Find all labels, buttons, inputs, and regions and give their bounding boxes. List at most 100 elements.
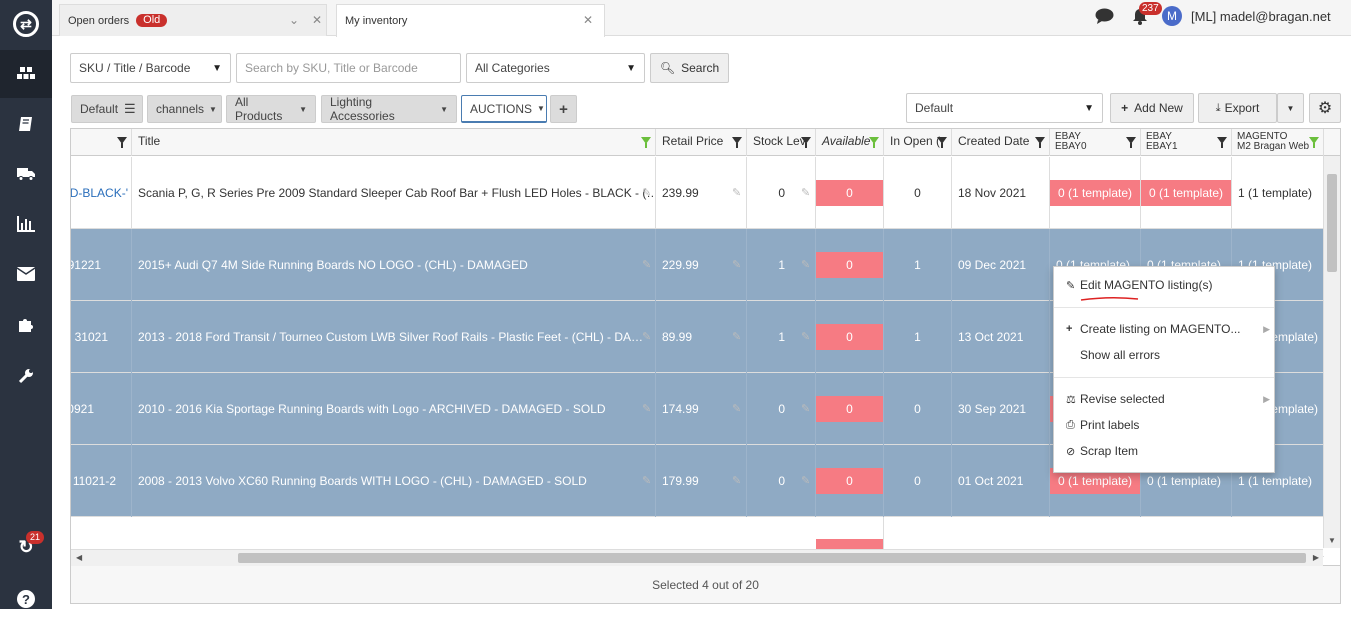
menu-show-errors[interactable]: Show all errors — [1054, 343, 1274, 367]
edit-icon[interactable]: ✎ — [642, 330, 651, 343]
cell-magento[interactable]: 1 (1 template) — [1232, 157, 1324, 229]
scroll-left-icon[interactable]: ◀ — [76, 553, 82, 562]
filter-icon[interactable] — [117, 137, 127, 148]
wrench-icon[interactable] — [0, 352, 52, 400]
search-button[interactable]: 🔍︎ Search — [650, 53, 729, 83]
cell-sku[interactable]: 31021 — [71, 301, 132, 373]
col-magento[interactable]: MAGENTO M2 Bragan Web — [1232, 129, 1324, 156]
col-sku[interactable] — [71, 129, 132, 156]
cell-sku[interactable]: ED-BLACK-' — [71, 157, 132, 229]
sync-icon[interactable]: ↻ 21 — [0, 523, 52, 571]
category-select[interactable]: All Categories ▼ — [466, 53, 645, 83]
selection-count: Selected 4 out of 20 — [652, 577, 759, 592]
tab-open-orders[interactable]: Open orders Old ⌄ ✕ — [59, 4, 327, 36]
truck-icon[interactable] — [0, 150, 52, 198]
search-type-select[interactable]: SKU / Title / Barcode ▼ — [70, 53, 231, 83]
edit-icon[interactable]: ✎ — [642, 186, 651, 199]
filter-icon[interactable] — [1126, 137, 1136, 148]
edit-icon[interactable]: ✎ — [801, 330, 810, 343]
menu-divider — [1054, 377, 1274, 378]
add-new-button[interactable]: + Add New — [1110, 93, 1194, 123]
close-icon[interactable]: ✕ — [583, 13, 593, 27]
menu-edit-magento[interactable]: ✎ Edit MAGENTO listing(s) — [1054, 273, 1274, 297]
filter-icon[interactable] — [869, 137, 879, 148]
col-retail-price[interactable]: Retail Price — [656, 129, 747, 156]
settings-button[interactable]: ⚙ — [1309, 93, 1341, 123]
edit-icon[interactable]: ✎ — [642, 474, 651, 487]
filter-icon[interactable] — [641, 137, 651, 148]
col-available[interactable]: Available — [816, 129, 884, 156]
scroll-down-icon[interactable]: ▼ — [1328, 536, 1336, 545]
edit-icon[interactable]: ✎ — [801, 402, 810, 415]
scroll-right-icon[interactable]: ▶ — [1313, 553, 1319, 562]
view-default[interactable]: Default ☰ — [71, 95, 143, 123]
puzzle-icon[interactable] — [0, 300, 52, 348]
edit-icon[interactable]: ✎ — [732, 474, 741, 487]
horizontal-scrollbar[interactable]: ◀ ▶ — [71, 549, 1323, 566]
cell-open: 0 — [884, 445, 952, 517]
filter-icon[interactable] — [1309, 137, 1319, 148]
close-icon[interactable]: ✕ — [312, 13, 322, 27]
edit-icon[interactable]: ✎ — [642, 258, 651, 271]
book-icon[interactable] — [0, 100, 52, 148]
edit-icon[interactable]: ✎ — [732, 402, 741, 415]
mail-icon[interactable] — [0, 250, 52, 298]
inventory-icon[interactable] — [0, 50, 52, 98]
chevron-down-icon[interactable]: ⌄ — [289, 13, 299, 27]
tab-label: Open orders — [68, 14, 130, 27]
col-label: Created Date — [958, 134, 1030, 148]
cell-available: 0 — [816, 445, 884, 517]
cell-ebay0[interactable]: 0 (1 template) — [1050, 157, 1141, 229]
avatar[interactable]: M — [1162, 6, 1182, 26]
cell-sku[interactable]: 11021-2 — [71, 445, 132, 517]
price-text: 229.99 — [662, 258, 699, 272]
vertical-scrollbar[interactable]: ▼ — [1323, 156, 1340, 548]
filter-icon[interactable] — [732, 137, 742, 148]
view-lighting-accessories[interactable]: Lighting Accessories ▼ — [321, 95, 457, 123]
export-dropdown-button[interactable]: ▼ — [1277, 93, 1304, 123]
menu-revise-selected[interactable]: ⚖ Revise selected ▶ — [1054, 387, 1274, 411]
col-stock-level[interactable]: Stock Lev — [747, 129, 816, 156]
view-all-products[interactable]: All Products ▼ — [226, 95, 316, 123]
cell-open: 0 — [884, 157, 952, 229]
chart-icon[interactable] — [0, 200, 52, 248]
filter-icon[interactable] — [801, 137, 811, 148]
view-channels[interactable]: channels ▼ — [147, 95, 222, 123]
filter-icon[interactable] — [1217, 137, 1227, 148]
cell-ebay1[interactable]: 0 (1 template) — [1141, 157, 1232, 229]
edit-icon[interactable]: ✎ — [801, 186, 810, 199]
menu-print-labels[interactable]: ⎙ Print labels — [1054, 413, 1274, 437]
view-auctions[interactable]: AUCTIONS ▼ — [461, 95, 547, 123]
app-logo[interactable]: ⇄ — [0, 0, 52, 48]
table-row[interactable]: ED-BLACK-' Scania P, G, R Series Pre 200… — [71, 157, 1324, 229]
user-email[interactable]: [ML] madel@bragan.net — [1191, 9, 1331, 24]
menu-scrap-item[interactable]: ⊘ Scrap Item — [1054, 439, 1274, 463]
col-ebay1[interactable]: EBAY EBAY1 — [1141, 129, 1232, 156]
edit-icon[interactable]: ✎ — [642, 402, 651, 415]
edit-icon[interactable]: ✎ — [732, 186, 741, 199]
export-button[interactable]: ⤓ Export — [1198, 93, 1277, 123]
view-select[interactable]: Default ▼ — [906, 93, 1103, 123]
scroll-thumb[interactable] — [238, 553, 1306, 563]
col-title[interactable]: Title — [132, 129, 656, 156]
view-label: Default — [80, 102, 119, 116]
edit-icon[interactable]: ✎ — [801, 474, 810, 487]
cell-sku[interactable]: 91221 — [71, 229, 132, 301]
cell-sku[interactable]: 0921 — [71, 373, 132, 445]
edit-icon[interactable]: ✎ — [732, 330, 741, 343]
edit-icon[interactable]: ✎ — [801, 258, 810, 271]
scroll-thumb[interactable] — [1327, 174, 1337, 272]
edit-icon[interactable]: ✎ — [732, 258, 741, 271]
col-created-date[interactable]: Created Date — [952, 129, 1050, 156]
col-in-open-orders[interactable]: In Open ( — [884, 129, 952, 156]
add-view-button[interactable]: + — [550, 95, 577, 123]
chat-icon[interactable] — [1095, 8, 1115, 24]
search-input[interactable]: Search by SKU, Title or Barcode — [236, 53, 461, 83]
filter-icon[interactable] — [1035, 137, 1045, 148]
bell-icon[interactable]: 237 — [1132, 1, 1162, 25]
menu-create-listing[interactable]: + Create listing on MAGENTO... ▶ — [1054, 317, 1274, 341]
filter-icon[interactable] — [937, 137, 947, 148]
help-icon[interactable]: ? — [0, 575, 52, 623]
col-ebay0[interactable]: EBAY EBAY0 — [1050, 129, 1141, 156]
tab-my-inventory[interactable]: My inventory ✕ — [336, 4, 605, 37]
